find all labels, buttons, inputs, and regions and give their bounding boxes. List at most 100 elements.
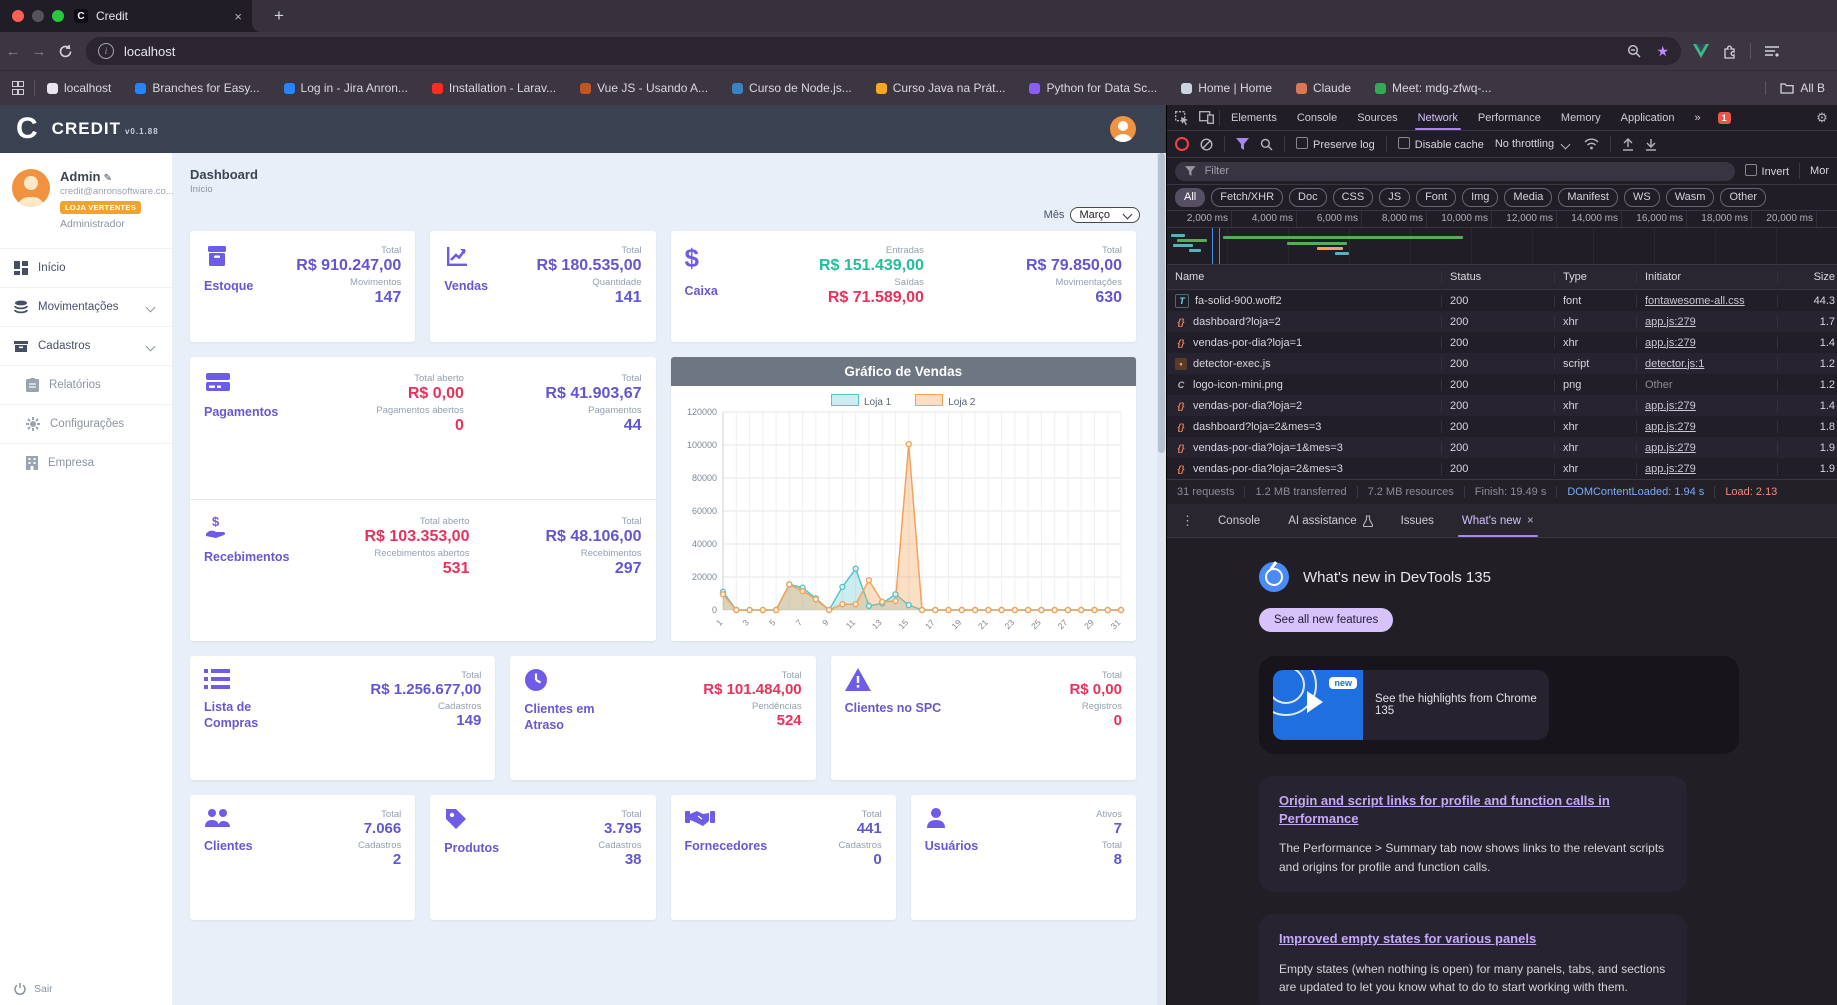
request-initiator[interactable]: app.js:279 (1636, 315, 1777, 328)
sidebar-item-relatorios[interactable]: Relatórios (0, 365, 172, 404)
tab-performance[interactable]: Performance (1469, 105, 1550, 130)
network-request-row[interactable]: vendas-por-dia?loja=2&mes=3 200 xhr app.… (1167, 458, 1837, 479)
whats-new-item-link[interactable]: Origin and script links for profile and … (1279, 793, 1610, 826)
request-type-chip[interactable]: JS (1379, 188, 1411, 207)
column-type[interactable]: Type (1554, 271, 1636, 283)
close-icon[interactable]: × (1527, 515, 1534, 527)
sidebar-item-empresa[interactable]: Empresa (0, 443, 172, 482)
request-type-chip[interactable]: Wasm (1665, 188, 1715, 207)
bookmark-star-icon[interactable]: ★ (1656, 43, 1669, 60)
request-name[interactable]: logo-icon-mini.png (1167, 379, 1441, 391)
request-type-chip[interactable]: Doc (1289, 188, 1327, 207)
page-scrollbar[interactable] (1157, 153, 1166, 1005)
bookmark-item[interactable]: Home | Home (1181, 81, 1272, 95)
more-filters-label[interactable]: Mor (1810, 165, 1829, 177)
clear-network-log-icon[interactable] (1200, 137, 1213, 151)
tab-memory[interactable]: Memory (1552, 105, 1610, 130)
request-type-chip[interactable]: Other (1720, 188, 1766, 207)
new-tab-button[interactable]: + (268, 5, 290, 27)
close-window-button[interactable] (12, 10, 24, 22)
month-select[interactable]: Março (1070, 207, 1140, 223)
legend-loja1[interactable]: Loja 1 (831, 394, 891, 408)
edit-profile-icon[interactable]: ✎ (104, 173, 112, 184)
bookmark-item[interactable]: Branches for Easy... (135, 81, 260, 95)
request-type-chip[interactable]: All (1175, 188, 1206, 207)
import-har-icon[interactable] (1622, 137, 1634, 151)
avatar[interactable] (12, 169, 50, 207)
maximize-window-button[interactable] (52, 10, 64, 22)
forward-icon[interactable]: → (26, 43, 52, 60)
bookmark-item[interactable]: Python for Data Sc... (1029, 81, 1157, 95)
request-initiator[interactable]: Other (1636, 378, 1777, 391)
throttling-select[interactable]: No throttling (1495, 138, 1573, 150)
request-type-chip[interactable]: Font (1416, 188, 1457, 207)
request-initiator[interactable]: app.js:279 (1636, 441, 1777, 454)
drawer-tab-issues[interactable]: Issues (1389, 504, 1446, 537)
tab-close-icon[interactable]: × (234, 9, 242, 24)
request-type-chip[interactable]: Manifest (1558, 188, 1618, 207)
bookmark-item[interactable]: Meet: mdg-zfwq-... (1375, 81, 1491, 95)
bookmark-item[interactable]: Curso Java na Prát... (875, 81, 1005, 95)
drawer-tab-whats-new[interactable]: What's new × (1450, 504, 1546, 537)
column-size[interactable]: Size (1777, 271, 1837, 283)
browser-tab-credit[interactable]: C Credit × (64, 0, 252, 32)
scrollbar-thumb[interactable] (1158, 153, 1165, 453)
vue-devtools-icon[interactable] (1693, 44, 1709, 58)
bookmark-item[interactable]: Log in - Jira Anron... (283, 81, 408, 95)
network-overview-waterfall[interactable] (1167, 228, 1837, 265)
request-name[interactable]: vendas-por-dia?loja=2&mes=3 (1167, 463, 1441, 475)
sidebar-item-sair[interactable]: Sair (0, 973, 172, 1005)
back-icon[interactable]: ← (0, 43, 26, 60)
request-name[interactable]: vendas-por-dia?loja=1&mes=3 (1167, 442, 1441, 454)
network-request-row[interactable]: dashboard?loja=2&mes=3 200 xhr app.js:27… (1167, 416, 1837, 437)
network-request-row[interactable]: fa-solid-900.woff2 200 font fontawesome-… (1167, 290, 1837, 311)
inspect-element-icon[interactable] (1171, 110, 1193, 125)
request-initiator[interactable]: app.js:279 (1636, 399, 1777, 412)
disable-cache-checkbox[interactable]: Disable cache (1397, 137, 1484, 151)
request-type-chip[interactable]: Fetch/XHR (1211, 188, 1284, 207)
reading-list-icon[interactable] (1764, 44, 1780, 58)
bookmark-item[interactable]: Claude (1296, 81, 1351, 95)
request-type-chip[interactable]: CSS (1332, 188, 1374, 207)
header-avatar[interactable] (1110, 116, 1136, 142)
filter-input-pill[interactable] (1175, 161, 1735, 181)
all-bookmarks-button[interactable]: All B (1765, 81, 1825, 95)
address-bar[interactable]: i localhost ★ (86, 37, 1681, 65)
error-count-badge[interactable]: 1 (1717, 111, 1731, 124)
legend-loja2[interactable]: Loja 2 (915, 394, 976, 408)
request-type-chip[interactable]: Media (1504, 188, 1553, 207)
tab-application[interactable]: Application (1612, 105, 1684, 130)
request-name[interactable]: dashboard?loja=2 (1167, 316, 1441, 328)
whats-new-item-link[interactable]: Improved empty states for various panels (1279, 931, 1536, 946)
bookmark-item[interactable]: Vue JS - Usando A... (580, 81, 708, 95)
zoom-icon[interactable] (1627, 44, 1642, 59)
sidebar-item-inicio[interactable]: Início (0, 248, 172, 287)
record-network-log-icon[interactable] (1175, 137, 1189, 151)
request-name[interactable]: fa-solid-900.woff2 (1167, 293, 1441, 308)
see-all-features-button[interactable]: See all new features (1259, 608, 1394, 632)
export-har-icon[interactable] (1645, 138, 1657, 151)
request-name[interactable]: dashboard?loja=2&mes=3 (1167, 421, 1441, 433)
network-request-row[interactable]: vendas-por-dia?loja=1 200 xhr app.js:279… (1167, 332, 1837, 353)
network-request-row[interactable]: logo-icon-mini.png 200 png Other 1.2 (1167, 374, 1837, 395)
request-name[interactable]: detector-exec.js (1167, 357, 1441, 370)
sidebar-item-configuracoes[interactable]: Configurações (0, 404, 172, 443)
apps-grid-icon[interactable] (12, 81, 24, 95)
invert-checkbox[interactable]: Invert (1744, 164, 1789, 178)
network-request-row[interactable]: vendas-por-dia?loja=2 200 xhr app.js:279… (1167, 395, 1837, 416)
device-toolbar-icon[interactable] (1195, 111, 1217, 124)
tab-console[interactable]: Console (1288, 105, 1346, 130)
request-initiator[interactable]: app.js:279 (1636, 420, 1777, 433)
request-initiator[interactable]: fontawesome-all.css (1636, 294, 1777, 307)
drawer-tab-console[interactable]: Console (1206, 504, 1272, 537)
url-text[interactable]: localhost (124, 44, 1617, 59)
tab-elements[interactable]: Elements (1222, 105, 1286, 130)
bookmark-item[interactable]: Installation - Larav... (431, 81, 556, 95)
devtools-settings-gear-icon[interactable]: ⚙ (1811, 110, 1833, 126)
sidebar-item-cadastros[interactable]: Cadastros (0, 326, 172, 365)
filter-input[interactable] (1202, 164, 1725, 178)
column-initiator[interactable]: Initiator (1636, 271, 1777, 283)
network-request-row[interactable]: dashboard?loja=2 200 xhr app.js:279 1.7 (1167, 311, 1837, 332)
request-name[interactable]: vendas-por-dia?loja=1 (1167, 337, 1441, 349)
column-name[interactable]: Name (1167, 271, 1441, 283)
